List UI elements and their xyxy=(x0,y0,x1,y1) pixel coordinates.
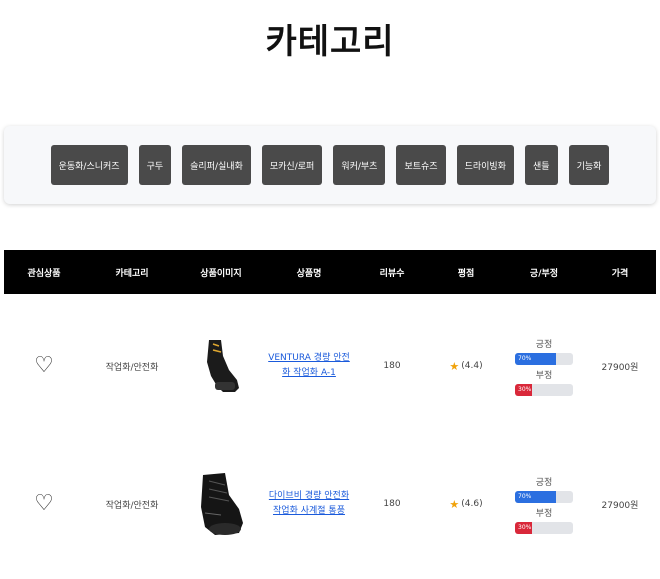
header-review-count: 리뷰수 xyxy=(379,268,405,279)
header-price: 가격 xyxy=(611,268,629,279)
positive-label: 긍정 xyxy=(535,477,553,488)
positive-bar: 70% xyxy=(515,352,573,365)
negative-bar: 30% xyxy=(515,383,573,396)
product-image[interactable] xyxy=(180,448,262,560)
rating: ★ (4.6) xyxy=(428,448,504,560)
header-rating: 평점 xyxy=(457,268,475,279)
review-count: 180 xyxy=(383,361,401,371)
category-button-boat-shoes[interactable]: 보트슈즈 xyxy=(396,145,446,185)
product-name-link[interactable]: VENTURA 경량 안전 화 작업화 A-1 xyxy=(264,351,354,381)
positive-bar: 70% xyxy=(515,490,573,503)
positive-label: 긍정 xyxy=(535,339,553,350)
negative-fill: 30% xyxy=(515,383,533,396)
row-category: 작업화/안전화 xyxy=(105,362,159,373)
category-button-functional-shoes[interactable]: 기능화 xyxy=(568,145,610,185)
rating-value: (4.4) xyxy=(461,361,483,371)
price: 27900원 xyxy=(601,500,639,511)
rating: ★ (4.4) xyxy=(428,310,504,422)
sentiment-cell: 긍정 70% 부정 30% xyxy=(504,448,584,560)
heart-outline-icon[interactable]: ♡ xyxy=(34,355,54,377)
positive-fill: 70% xyxy=(515,490,556,503)
header-product-image: 상품이미지 xyxy=(200,268,242,279)
shoe-image-icon xyxy=(201,473,243,535)
positive-fill: 70% xyxy=(515,352,556,365)
category-button-slippers[interactable]: 슬리퍼/실내화 xyxy=(182,145,251,185)
header-wishlist: 관심상품 xyxy=(27,268,61,279)
category-button-dress-shoes[interactable]: 구두 xyxy=(138,145,172,185)
sentiment-cell: 긍정 70% 부정 30% xyxy=(504,310,584,422)
shoe-image-icon xyxy=(207,340,239,392)
product-image[interactable] xyxy=(180,310,262,422)
category-button-sneakers[interactable]: 운동화/스니커즈 xyxy=(50,145,128,185)
table-row: ♡ 작업화/안전화 다이브비 경량 안전화 작업화 사계절 통풍 180 ★ (… xyxy=(4,448,656,560)
negative-fill: 30% xyxy=(515,521,533,534)
table-header: 관심상품 카테고리 상품이미지 상품명 리뷰수 평점 긍/부정 가격 xyxy=(4,250,656,294)
price: 27900원 xyxy=(601,362,639,373)
header-category: 카테고리 xyxy=(115,268,149,279)
header-product-name: 상품명 xyxy=(296,268,322,279)
product-name-link[interactable]: 다이브비 경량 안전화 작업화 사계절 통풍 xyxy=(265,489,353,519)
header-sentiment: 긍/부정 xyxy=(529,268,559,279)
star-icon: ★ xyxy=(449,359,460,373)
category-filter-bar: 운동화/스니커즈 구두 슬리퍼/실내화 모카신/로퍼 워커/부츠 보트슈즈 드라… xyxy=(4,126,656,204)
table-row: ♡ 작업화/안전화 VENTURA 경량 안전 화 작업화 A-1 180 ★ … xyxy=(4,310,656,422)
negative-label: 부정 xyxy=(535,508,553,519)
category-button-boots[interactable]: 워커/부츠 xyxy=(333,145,386,185)
category-button-sandals[interactable]: 샌들 xyxy=(525,145,558,185)
category-button-moccasins[interactable]: 모카신/로퍼 xyxy=(261,145,323,185)
negative-bar: 30% xyxy=(515,521,573,534)
review-count: 180 xyxy=(383,499,401,509)
heart-outline-icon[interactable]: ♡ xyxy=(34,493,54,515)
category-button-driving-shoes[interactable]: 드라이빙화 xyxy=(456,145,514,185)
rating-value: (4.6) xyxy=(461,499,483,509)
negative-label: 부정 xyxy=(535,370,553,381)
page-title: 카테고리 xyxy=(265,22,395,62)
row-category: 작업화/안전화 xyxy=(105,500,159,511)
star-icon: ★ xyxy=(449,497,460,511)
